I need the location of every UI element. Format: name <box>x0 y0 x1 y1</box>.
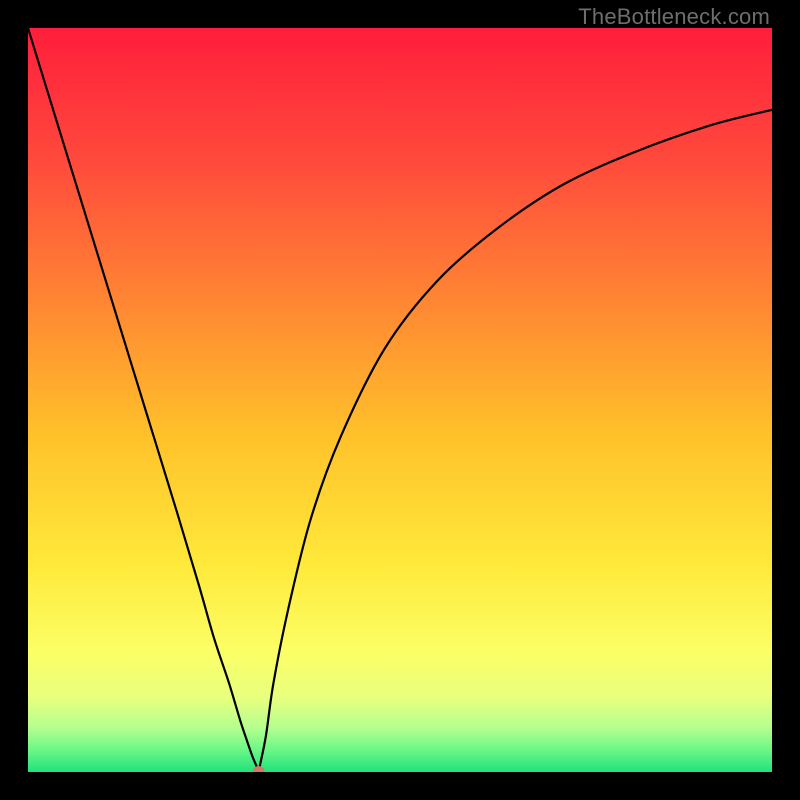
watermark-text: TheBottleneck.com <box>578 4 770 30</box>
chart-frame <box>28 28 772 772</box>
bottleneck-chart <box>28 28 772 772</box>
chart-background <box>28 28 772 772</box>
